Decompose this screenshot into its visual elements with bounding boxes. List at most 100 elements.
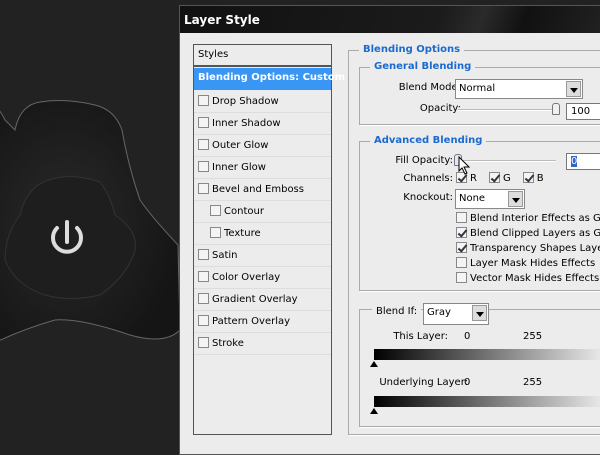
style-item-label: Color Overlay — [212, 272, 281, 283]
checkbox[interactable] — [488, 172, 500, 183]
style-item-label: Gradient Overlay — [212, 294, 298, 305]
opacity-slider-thumb[interactable] — [552, 103, 560, 115]
blend-mode-label: Blend Mode: — [398, 82, 461, 93]
style-item-inner-shadow[interactable]: Inner Shadow — [194, 113, 331, 135]
option-label: Transparency Shapes Layer — [470, 243, 600, 254]
blending-options-group: Blending Options General Blending Blend … — [348, 44, 600, 435]
option-transparency-shapes-layer[interactable]: Transparency Shapes Layer — [456, 242, 600, 257]
style-item-label: Drop Shadow — [212, 96, 279, 107]
blend-if-select[interactable]: Gray — [423, 303, 489, 325]
checkbox[interactable] — [456, 272, 467, 283]
style-item-label: Contour — [224, 206, 264, 217]
style-item-label: Inner Shadow — [212, 118, 281, 129]
option-blend-interior-effects-as-group[interactable]: Blend Interior Effects as Group — [456, 212, 600, 227]
checkbox[interactable] — [198, 293, 209, 304]
styles-header[interactable]: Styles — [194, 45, 331, 67]
style-item-label: Outer Glow — [212, 140, 269, 151]
fill-opacity-label: Fill Opacity: — [395, 155, 453, 166]
channel-label: B — [536, 173, 544, 184]
underlying-black-slider[interactable] — [370, 408, 378, 414]
channel-label: G — [502, 173, 511, 184]
style-item-gradient-overlay[interactable]: Gradient Overlay — [194, 289, 331, 311]
style-item-label: Bevel and Emboss — [212, 184, 304, 195]
general-blending-group: General Blending Blend Mode: Normal Opac… — [359, 61, 600, 125]
style-item-bevel-and-emboss[interactable]: Bevel and Emboss — [194, 179, 331, 201]
blending-options-item[interactable]: Blending Options: Custom — [194, 68, 345, 90]
style-item-label: Inner Glow — [212, 162, 266, 173]
chevron-down-icon — [472, 305, 487, 321]
channel-g[interactable]: G — [488, 172, 511, 184]
checkbox[interactable] — [198, 271, 209, 282]
this-layer-black-slider[interactable] — [370, 361, 378, 367]
option-blend-clipped-layers-as-group[interactable]: Blend Clipped Layers as Group — [456, 227, 600, 242]
style-item-label: Satin — [212, 250, 238, 261]
checkbox[interactable] — [198, 183, 209, 194]
style-item-color-overlay[interactable]: Color Overlay — [194, 267, 331, 289]
blending-options-title: Blending Options — [359, 44, 465, 55]
this-layer-min: 0 — [464, 331, 471, 342]
option-layer-mask-hides-effects[interactable]: Layer Mask Hides Effects — [456, 257, 600, 272]
advanced-blending-title: Advanced Blending — [370, 135, 487, 146]
style-item-inner-glow[interactable]: Inner Glow — [194, 157, 331, 179]
knockout-label: Knockout: — [403, 192, 453, 203]
blend-if-value: Gray — [427, 307, 451, 318]
blend-mode-value: Normal — [459, 83, 496, 94]
checkbox[interactable] — [198, 315, 209, 326]
checkbox[interactable] — [522, 172, 534, 183]
style-item-satin[interactable]: Satin — [194, 245, 331, 267]
general-blending-title: General Blending — [370, 61, 476, 72]
style-item-drop-shadow[interactable]: Drop Shadow — [194, 91, 331, 113]
knockout-select[interactable]: None — [455, 189, 525, 209]
style-item-outer-glow[interactable]: Outer Glow — [194, 135, 331, 157]
chevron-down-icon — [566, 81, 581, 97]
checkbox[interactable] — [198, 139, 209, 150]
fill-opacity-input[interactable]: 0 — [566, 153, 600, 170]
opacity-slider[interactable] — [458, 109, 560, 111]
checkbox[interactable] — [198, 117, 209, 128]
style-item-texture[interactable]: Texture — [194, 223, 331, 245]
option-label: Blend Interior Effects as Group — [470, 213, 600, 224]
this-layer-label: This Layer: — [393, 331, 448, 342]
underlying-layer-gradient — [374, 396, 600, 407]
checkbox[interactable] — [210, 205, 221, 216]
checkbox[interactable] — [456, 242, 467, 253]
style-item-contour[interactable]: Contour — [194, 201, 331, 223]
option-label: Blend Clipped Layers as Group — [470, 228, 600, 239]
underlying-min: 0 — [464, 377, 471, 388]
option-label: Layer Mask Hides Effects — [470, 258, 596, 269]
style-item-pattern-overlay[interactable]: Pattern Overlay — [194, 311, 331, 333]
opacity-input[interactable]: 100 — [566, 103, 600, 120]
blend-if-label: Blend If: — [372, 306, 422, 317]
style-item-stroke[interactable]: Stroke — [194, 333, 331, 355]
checkbox[interactable] — [198, 161, 209, 172]
fill-opacity-slider[interactable] — [458, 160, 556, 162]
style-item-label: Pattern Overlay — [212, 316, 291, 327]
styles-list: Styles Blending Options: Custom Drop Sha… — [193, 44, 345, 435]
underlying-max: 255 — [523, 377, 543, 388]
option-vector-mask-hides-effects[interactable]: Vector Mask Hides Effects — [456, 272, 600, 287]
channels-label: Channels: — [403, 173, 453, 184]
checkbox[interactable] — [456, 212, 467, 223]
advanced-blending-group: Advanced Blending Fill Opacity: 0 Channe… — [359, 135, 600, 291]
this-layer-gradient — [374, 349, 600, 360]
style-item-label: Stroke — [212, 338, 244, 349]
mouse-cursor-icon — [458, 156, 471, 175]
option-label: Vector Mask Hides Effects — [470, 273, 600, 284]
dialog-title: Layer Style — [180, 6, 600, 33]
checkbox[interactable] — [198, 249, 209, 260]
chevron-down-icon — [508, 191, 523, 207]
blend-if-group: Blend If: Gray This Layer: 0 255 Underly… — [359, 303, 600, 427]
knockout-value: None — [459, 193, 486, 204]
checkbox[interactable] — [198, 95, 209, 106]
checkbox[interactable] — [210, 227, 221, 238]
checkbox[interactable] — [198, 337, 209, 348]
checkbox[interactable] — [456, 257, 467, 268]
fill-opacity-value: 0 — [571, 156, 578, 167]
advanced-options: Blend Interior Effects as Group Blend Cli… — [456, 212, 600, 287]
underlying-layer-label: Underlying Layer: — [379, 377, 468, 388]
style-item-label: Texture — [224, 228, 261, 239]
this-layer-max: 255 — [523, 331, 543, 342]
channel-b[interactable]: B — [522, 172, 544, 184]
checkbox[interactable] — [456, 227, 467, 238]
blend-mode-select[interactable]: Normal — [455, 79, 583, 99]
